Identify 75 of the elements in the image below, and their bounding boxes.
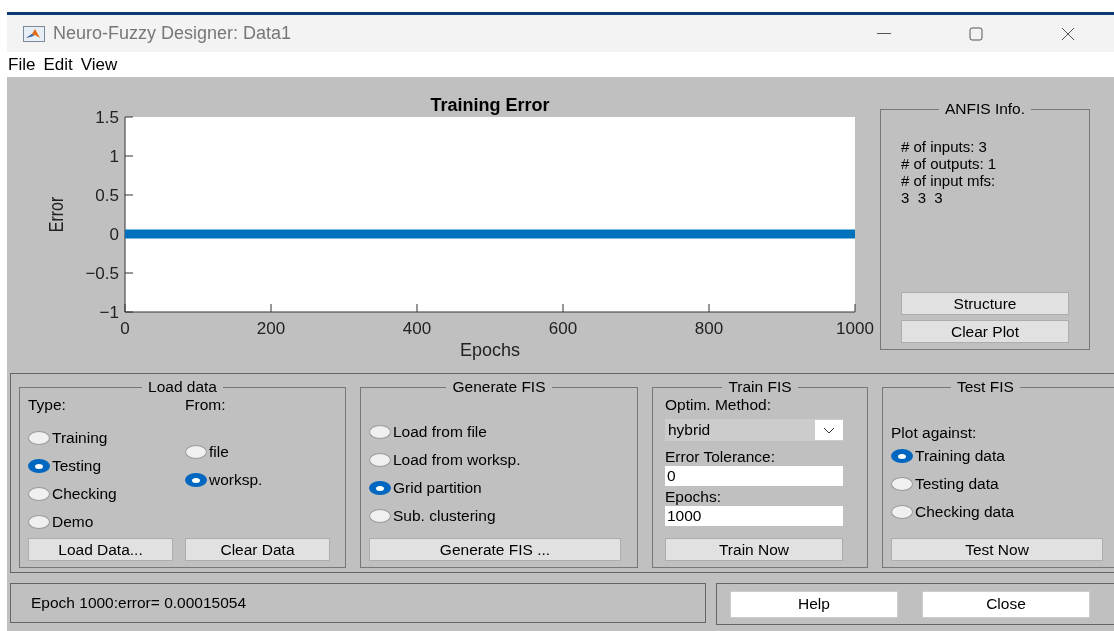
x-tick-label: 200 [256,319,286,338]
panel-title: Train FIS [727,378,793,396]
y-tick-label: 0.5 [95,186,119,205]
panel-title: Generate FIS [451,378,547,396]
field-label: Epochs: [665,488,722,506]
radio-button[interactable]: file [185,438,263,466]
panel-title: Load data [147,378,218,396]
radio-circle[interactable] [185,445,207,459]
radio-button[interactable]: Grid partition [369,474,629,502]
radio-circle[interactable] [891,505,913,519]
panel-button[interactable]: Train Now [665,538,843,561]
x-axis-label: Epochs [460,340,520,360]
panel-button[interactable]: Load Data... [28,538,173,561]
radio-button[interactable]: Load from file [369,418,629,446]
info-text: # of inputs: 3 # of outputs: 1 # of input mfs: 3 3 3 [901,138,998,206]
radio-circle[interactable] [369,425,391,439]
caret-icon [823,426,835,434]
radio-button[interactable]: Sub. clustering [369,502,629,530]
radio-circle[interactable] [185,473,207,487]
radio-button[interactable]: Training [28,424,185,452]
x-tick-label: 600 [548,319,578,338]
radio-circle[interactable] [891,477,913,491]
field-label: From: [185,396,227,414]
panel-button[interactable]: Structure [901,292,1069,315]
panel-button[interactable]: Clear Plot [901,320,1069,343]
field-label: Error Tolerance: [665,448,776,466]
panel-title: Test FIS [956,378,1015,396]
y-axis-label: Error [45,196,68,233]
radio-button[interactable]: worksp. [185,466,263,494]
maximize-icon [969,26,983,41]
x-tick-label: 0 [120,319,130,338]
dialog-button[interactable]: Help [730,590,898,618]
radio-circle[interactable] [891,449,913,463]
menu-item[interactable]: Edit [43,54,73,75]
dialog-button[interactable]: Close [922,590,1090,618]
panel-button[interactable]: Generate FIS ... [369,538,621,561]
radio-circle[interactable] [369,481,391,495]
radio-circle[interactable] [28,487,50,501]
y-tick-label: 1 [109,147,119,166]
panel-title: ANFIS Info. [943,100,1027,118]
radio-circle[interactable] [28,431,50,445]
field-label: Optim. Method: [665,396,772,414]
radio-circle[interactable] [28,459,50,473]
status-bar: Epoch 1000:error= 0.00015054 [10,583,706,623]
panel-button[interactable]: Test Now [891,538,1103,561]
field-label: Type: [28,396,67,414]
x-tick-label: 400 [402,319,432,338]
window-title: Neuro-Fuzzy Designer: Data1 [53,23,292,44]
panel-button[interactable]: Clear Data [185,538,330,561]
y-tick-label: 0 [109,225,119,244]
close-icon [1061,26,1075,41]
radio-circle[interactable] [28,515,50,529]
radio-button[interactable]: Load from worksp. [369,446,629,474]
y-tick-label: −1 [99,303,119,322]
y-tick-label: −0.5 [85,264,119,283]
radio-button[interactable]: Training data [891,442,1114,470]
input-field[interactable]: 0 [665,466,843,486]
method-dropdown[interactable]: hybrid [665,419,843,441]
menu-item[interactable]: File [8,54,36,75]
app-logo-icon [23,25,45,42]
chart-title: Training Error [430,95,550,115]
radio-button[interactable]: Demo [28,508,185,536]
input-field[interactable]: 1000 [665,506,843,526]
radio-button[interactable]: Checking data [891,498,1114,526]
x-tick-label: 1000 [836,319,874,338]
radio-circle[interactable] [369,453,391,467]
radio-button[interactable]: Testing [28,452,185,480]
minimize-icon [877,32,891,35]
radio-button[interactable]: Checking [28,480,185,508]
x-tick-label: 800 [694,319,724,338]
menu-item[interactable]: View [80,54,118,75]
radio-circle[interactable] [369,509,391,523]
y-tick-label: 1.5 [95,108,119,127]
field-label: Plot against: [891,424,978,442]
radio-button[interactable]: Testing data [891,470,1114,498]
